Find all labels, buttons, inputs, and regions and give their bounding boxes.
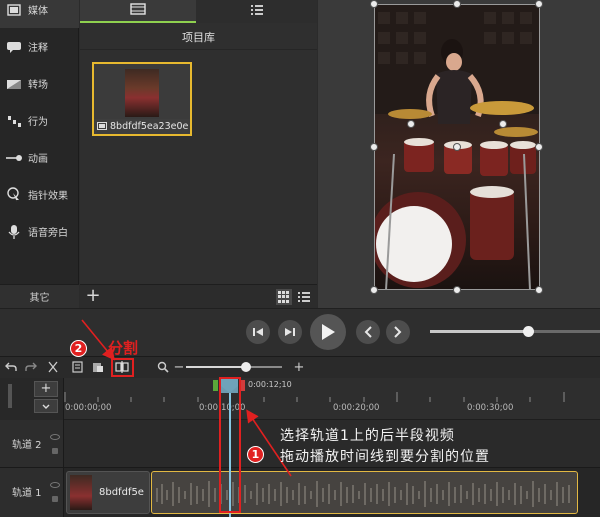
step-badge-2: 2 bbox=[70, 340, 87, 357]
instruction-line-2: 拖动播放时间线到要分割的位置 bbox=[280, 449, 490, 465]
step-badge-1: 1 bbox=[247, 446, 264, 463]
instruction-line-1: 选择轨道1上的后半段视频 bbox=[280, 428, 455, 444]
split-annotation-label: 分割 bbox=[108, 339, 139, 357]
